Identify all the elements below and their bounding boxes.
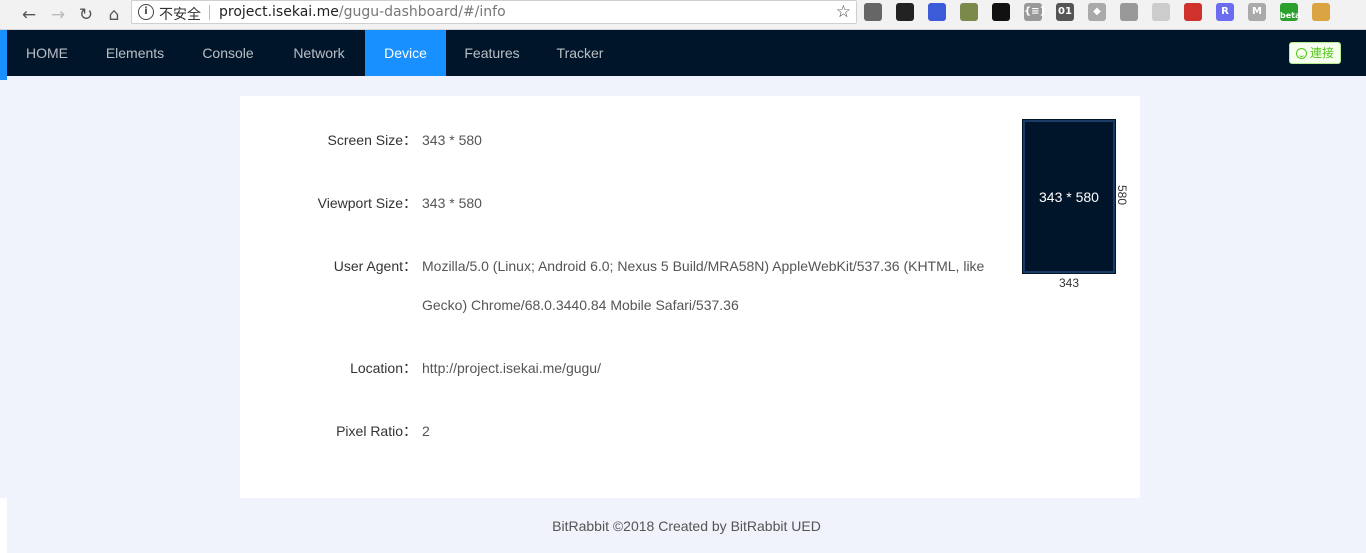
pixel-ratio-value: 2: [422, 423, 430, 439]
screen-height-label: 580: [1115, 184, 1130, 206]
bookmark-star-icon[interactable]: ☆: [836, 2, 851, 22]
diamond-extension-icon[interactable]: ◆: [1088, 3, 1106, 21]
address-divider: [209, 5, 210, 20]
leaf-extension-icon[interactable]: [960, 3, 978, 21]
forward-arrow-icon[interactable]: →: [46, 3, 70, 27]
connect-button[interactable]: 連接: [1289, 42, 1342, 64]
location-value: http://project.isekai.me/gugu/: [422, 360, 601, 376]
page-left-edge: [0, 498, 7, 553]
browser-toolbar: ← → ↻ ⌂ i 不安全 project.isekai.me/gugu-das…: [0, 0, 1366, 30]
url-path: /gugu-dashboard/#/info: [338, 4, 506, 20]
book-extension-icon[interactable]: [1184, 3, 1202, 21]
nav-item-network[interactable]: Network: [273, 30, 365, 76]
nav-item-home[interactable]: HOME: [7, 30, 87, 76]
left-accent-bar: [0, 30, 7, 80]
list-extension-icon[interactable]: [1152, 3, 1170, 21]
user-agent-value: Mozilla/5.0 (Linux; Android 6.0; Nexus 5…: [422, 258, 985, 313]
reload-icon[interactable]: ↻: [74, 3, 98, 27]
user-agent-label: User Agent：: [333, 258, 417, 274]
color-wheel-extension-icon[interactable]: [896, 3, 914, 21]
nav-item-elements[interactable]: Elements: [87, 30, 183, 76]
viewport-size-value: 343 * 580: [422, 195, 482, 211]
insecure-label: 不安全: [159, 7, 201, 23]
screen-preview: 343 * 580: [1022, 119, 1116, 274]
r-extension-icon[interactable]: R: [1216, 3, 1234, 21]
pixel-ratio-label: Pixel Ratio：: [336, 423, 417, 439]
connect-label: 連接: [1310, 46, 1335, 60]
viewport-size-label: Viewport Size：: [317, 195, 417, 211]
cookie-extension-icon[interactable]: [1312, 3, 1330, 21]
grid-extension-icon[interactable]: [1120, 3, 1138, 21]
home-icon[interactable]: ⌂: [102, 3, 126, 27]
address-bar[interactable]: i 不安全 project.isekai.me/gugu-dashboard/#…: [131, 0, 857, 24]
site-info-icon[interactable]: i: [138, 4, 154, 20]
json-extension-icon[interactable]: {≡}: [1024, 3, 1047, 21]
nav-item-console[interactable]: Console: [183, 30, 273, 76]
footer-text: BitRabbit ©2018 Created by BitRabbit UED: [552, 518, 821, 534]
screen-preview-text: 343 * 580: [1039, 188, 1099, 205]
screen-size-value: 343 * 580: [422, 132, 482, 148]
screen-size-label: Screen Size：: [327, 132, 417, 148]
device-info-card: Screen Size： 343 * 580 Viewport Size： 34…: [240, 96, 1140, 498]
nav-item-features[interactable]: Features: [446, 30, 538, 76]
ghost-extension-icon[interactable]: [992, 3, 1010, 21]
m-extension-icon[interactable]: M: [1248, 3, 1266, 21]
moon-extension-icon[interactable]: [928, 3, 946, 21]
location-label: Location：: [350, 360, 417, 376]
nav-item-device[interactable]: Device: [365, 30, 446, 76]
back-arrow-icon[interactable]: ←: [17, 3, 41, 27]
gear-extension-icon[interactable]: [864, 3, 882, 21]
url-host: project.isekai.me: [219, 4, 339, 20]
app-nav-bar: HOME Elements Console Network Device Fea…: [7, 30, 1366, 76]
smile-icon: [1296, 47, 1307, 59]
nav-item-tracker[interactable]: Tracker: [538, 30, 622, 76]
binary-extension-icon[interactable]: 01: [1056, 3, 1074, 21]
url-text[interactable]: project.isekai.me/gugu-dashboard/#/info: [219, 4, 506, 20]
screen-width-label: 343: [1058, 276, 1080, 290]
beta-extension-icon[interactable]: beta: [1280, 3, 1300, 21]
